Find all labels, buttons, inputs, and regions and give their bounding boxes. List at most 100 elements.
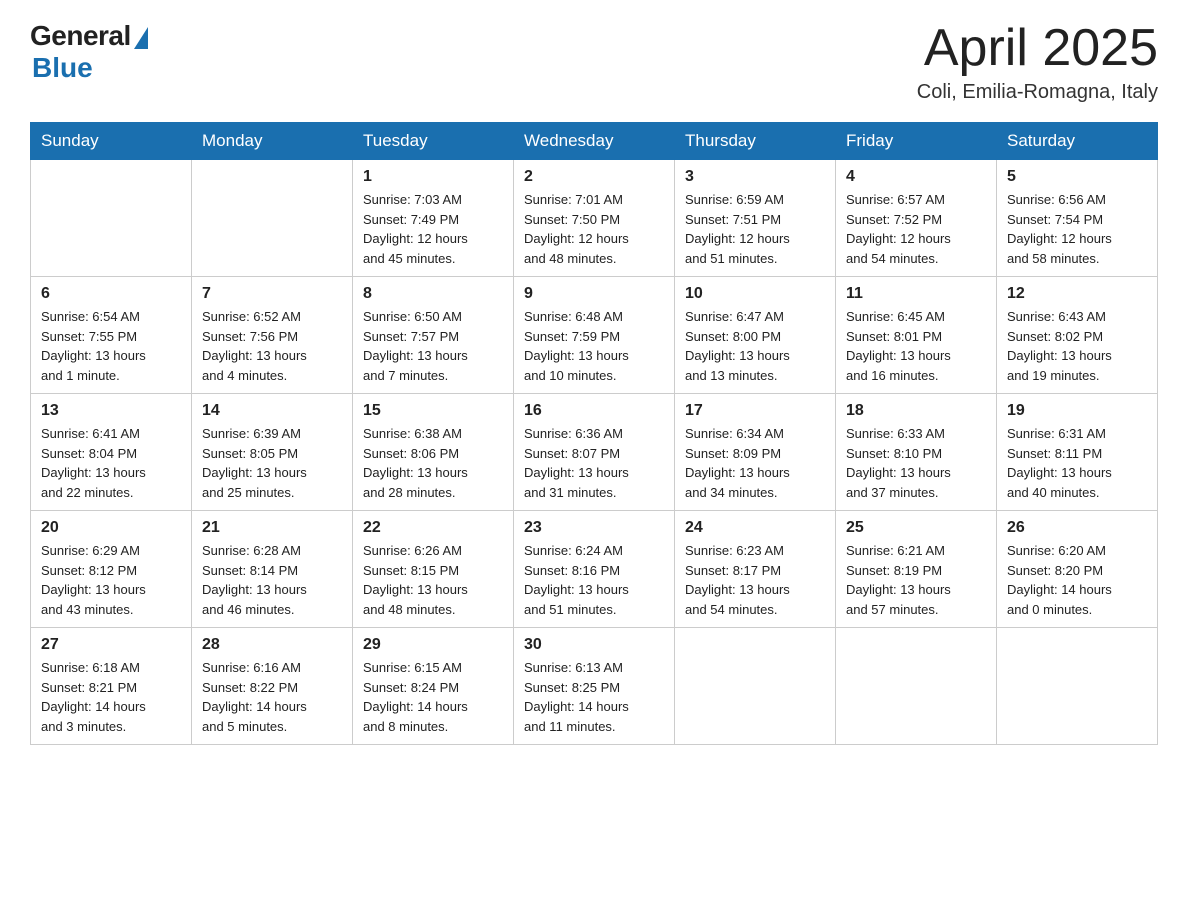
day-number: 13 <box>41 402 181 420</box>
calendar-cell: 11Sunrise: 6:45 AM Sunset: 8:01 PM Dayli… <box>836 277 997 394</box>
calendar-cell: 26 Sunrise: 6:20 AM Sunset: 8:20 PM Dayli… <box>997 511 1158 628</box>
day-info: Sunrise: 6:18 AM Sunset: 8:21 PM Dayligh… <box>41 658 181 736</box>
calendar-cell: 8 Sunrise: 6:50 AM Sunset: 7:57 PM Daylig… <box>353 277 514 394</box>
page-header: General Blue April 2025 Coli, Emilia-Rom… <box>30 20 1158 104</box>
calendar-cell <box>997 628 1158 745</box>
day-number: 25 <box>846 519 986 537</box>
calendar-cell: 24 Sunrise: 6:23 AM Sunset: 8:17 PM Dayli… <box>675 511 836 628</box>
calendar-cell <box>836 628 997 745</box>
day-number: 11 <box>846 285 986 303</box>
day-info: Sunrise: 6:39 AM Sunset: 8:05 PM Dayligh… <box>202 424 342 502</box>
day-number: 12 <box>1007 285 1147 303</box>
day-info: Sunrise: 6:47 AM Sunset: 8:00 PM Dayligh… <box>685 307 825 385</box>
location-text: Coli, Emilia-Romagna, Italy <box>917 81 1158 104</box>
month-title: April 2025 <box>917 20 1158 77</box>
day-number: 14 <box>202 402 342 420</box>
calendar-cell: 7 Sunrise: 6:52 AM Sunset: 7:56 PM Daylig… <box>192 277 353 394</box>
calendar-cell: 2 Sunrise: 7:01 AM Sunset: 7:50 PM Daylig… <box>514 160 675 277</box>
logo-blue-text: Blue <box>32 52 93 84</box>
calendar-cell: 20Sunrise: 6:29 AM Sunset: 8:12 PM Dayli… <box>31 511 192 628</box>
day-info: Sunrise: 6:57 AM Sunset: 7:52 PM Dayligh… <box>846 190 986 268</box>
day-info: Sunrise: 6:52 AM Sunset: 7:56 PM Dayligh… <box>202 307 342 385</box>
day-number: 18 <box>846 402 986 420</box>
calendar-cell: 3 Sunrise: 6:59 AM Sunset: 7:51 PM Daylig… <box>675 160 836 277</box>
day-number: 19 <box>1007 402 1147 420</box>
calendar-cell: 9 Sunrise: 6:48 AM Sunset: 7:59 PM Daylig… <box>514 277 675 394</box>
logo-triangle-icon <box>134 27 148 49</box>
day-number: 6 <box>41 285 181 303</box>
day-info: Sunrise: 6:31 AM Sunset: 8:11 PM Dayligh… <box>1007 424 1147 502</box>
day-info: Sunrise: 6:54 AM Sunset: 7:55 PM Dayligh… <box>41 307 181 385</box>
day-info: Sunrise: 6:48 AM Sunset: 7:59 PM Dayligh… <box>524 307 664 385</box>
day-number: 17 <box>685 402 825 420</box>
day-info: Sunrise: 6:38 AM Sunset: 8:06 PM Dayligh… <box>363 424 503 502</box>
day-info: Sunrise: 6:16 AM Sunset: 8:22 PM Dayligh… <box>202 658 342 736</box>
day-number: 23 <box>524 519 664 537</box>
day-info: Sunrise: 6:13 AM Sunset: 8:25 PM Dayligh… <box>524 658 664 736</box>
day-number: 15 <box>363 402 503 420</box>
calendar-cell: 16 Sunrise: 6:36 AM Sunset: 8:07 PM Dayli… <box>514 394 675 511</box>
day-info: Sunrise: 6:33 AM Sunset: 8:10 PM Dayligh… <box>846 424 986 502</box>
day-info: Sunrise: 6:41 AM Sunset: 8:04 PM Dayligh… <box>41 424 181 502</box>
calendar-cell: 15 Sunrise: 6:38 AM Sunset: 8:06 PM Dayli… <box>353 394 514 511</box>
col-header-tuesday: Tuesday <box>353 123 514 160</box>
calendar-cell: 10 Sunrise: 6:47 AM Sunset: 8:00 PM Dayli… <box>675 277 836 394</box>
calendar-cell: 23 Sunrise: 6:24 AM Sunset: 8:16 PM Dayli… <box>514 511 675 628</box>
day-info: Sunrise: 6:59 AM Sunset: 7:51 PM Dayligh… <box>685 190 825 268</box>
col-header-thursday: Thursday <box>675 123 836 160</box>
calendar-cell <box>31 160 192 277</box>
day-number: 28 <box>202 636 342 654</box>
day-number: 30 <box>524 636 664 654</box>
calendar-cell: 18 Sunrise: 6:33 AM Sunset: 8:10 PM Dayli… <box>836 394 997 511</box>
logo-general-text: General <box>30 20 131 52</box>
day-info: Sunrise: 6:15 AM Sunset: 8:24 PM Dayligh… <box>363 658 503 736</box>
calendar-cell <box>675 628 836 745</box>
day-number: 10 <box>685 285 825 303</box>
day-info: Sunrise: 7:03 AM Sunset: 7:49 PM Dayligh… <box>363 190 503 268</box>
calendar-cell: 14 Sunrise: 6:39 AM Sunset: 8:05 PM Dayli… <box>192 394 353 511</box>
day-number: 20 <box>41 519 181 537</box>
day-info: Sunrise: 6:23 AM Sunset: 8:17 PM Dayligh… <box>685 541 825 619</box>
day-number: 27 <box>41 636 181 654</box>
calendar-cell: 30 Sunrise: 6:13 AM Sunset: 8:25 PM Dayli… <box>514 628 675 745</box>
day-info: Sunrise: 6:24 AM Sunset: 8:16 PM Dayligh… <box>524 541 664 619</box>
day-info: Sunrise: 6:26 AM Sunset: 8:15 PM Dayligh… <box>363 541 503 619</box>
day-number: 9 <box>524 285 664 303</box>
day-number: 3 <box>685 168 825 186</box>
calendar-cell: 5Sunrise: 6:56 AM Sunset: 7:54 PM Daylig… <box>997 160 1158 277</box>
calendar-cell: 6 Sunrise: 6:54 AM Sunset: 7:55 PM Daylig… <box>31 277 192 394</box>
day-number: 24 <box>685 519 825 537</box>
day-number: 8 <box>363 285 503 303</box>
calendar-cell: 19 Sunrise: 6:31 AM Sunset: 8:11 PM Dayli… <box>997 394 1158 511</box>
day-number: 2 <box>524 168 664 186</box>
day-info: Sunrise: 6:50 AM Sunset: 7:57 PM Dayligh… <box>363 307 503 385</box>
day-number: 4 <box>846 168 986 186</box>
day-info: Sunrise: 6:34 AM Sunset: 8:09 PM Dayligh… <box>685 424 825 502</box>
day-info: Sunrise: 6:21 AM Sunset: 8:19 PM Dayligh… <box>846 541 986 619</box>
day-info: Sunrise: 6:28 AM Sunset: 8:14 PM Dayligh… <box>202 541 342 619</box>
calendar-cell: 25 Sunrise: 6:21 AM Sunset: 8:19 PM Dayli… <box>836 511 997 628</box>
day-info: Sunrise: 7:01 AM Sunset: 7:50 PM Dayligh… <box>524 190 664 268</box>
col-header-friday: Friday <box>836 123 997 160</box>
logo: General Blue <box>30 20 148 84</box>
calendar-cell: 21 Sunrise: 6:28 AM Sunset: 8:14 PM Dayli… <box>192 511 353 628</box>
calendar-week-row: 13 Sunrise: 6:41 AM Sunset: 8:04 PM Dayli… <box>31 394 1158 511</box>
calendar-table: SundayMondayTuesdayWednesdayThursdayFrid… <box>30 122 1158 745</box>
day-info: Sunrise: 6:20 AM Sunset: 8:20 PM Dayligh… <box>1007 541 1147 619</box>
calendar-cell: 4 Sunrise: 6:57 AM Sunset: 7:52 PM Daylig… <box>836 160 997 277</box>
day-number: 1 <box>363 168 503 186</box>
day-number: 21 <box>202 519 342 537</box>
col-header-sunday: Sunday <box>31 123 192 160</box>
calendar-cell: 17 Sunrise: 6:34 AM Sunset: 8:09 PM Dayli… <box>675 394 836 511</box>
day-number: 7 <box>202 285 342 303</box>
calendar-week-row: 1 Sunrise: 7:03 AM Sunset: 7:49 PM Daylig… <box>31 160 1158 277</box>
title-area: April 2025 Coli, Emilia-Romagna, Italy <box>917 20 1158 104</box>
day-number: 26 <box>1007 519 1147 537</box>
calendar-cell: 27 Sunrise: 6:18 AM Sunset: 8:21 PM Dayli… <box>31 628 192 745</box>
day-info: Sunrise: 6:56 AM Sunset: 7:54 PM Dayligh… <box>1007 190 1147 268</box>
calendar-cell: 12Sunrise: 6:43 AM Sunset: 8:02 PM Dayli… <box>997 277 1158 394</box>
col-header-monday: Monday <box>192 123 353 160</box>
day-info: Sunrise: 6:36 AM Sunset: 8:07 PM Dayligh… <box>524 424 664 502</box>
calendar-cell <box>192 160 353 277</box>
day-number: 16 <box>524 402 664 420</box>
